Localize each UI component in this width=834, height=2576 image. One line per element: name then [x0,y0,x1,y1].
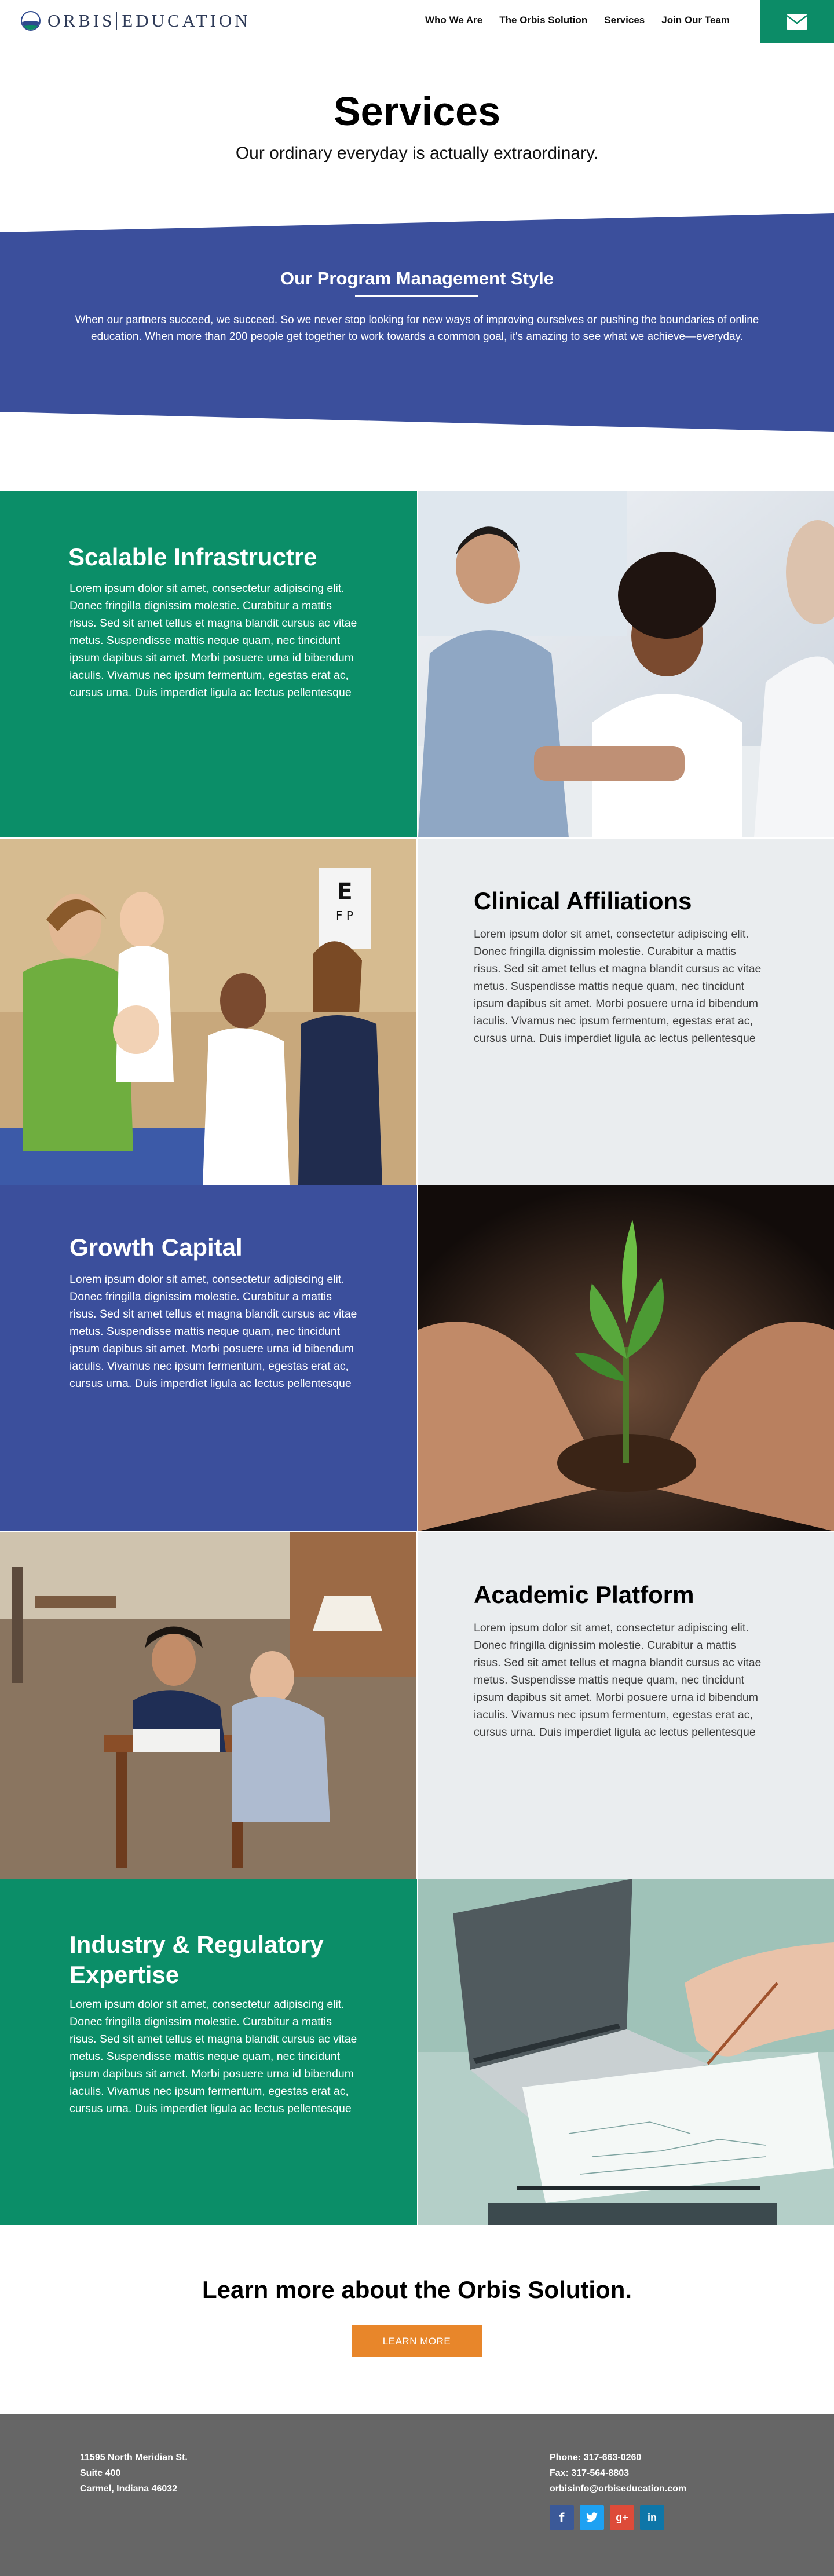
section-title: Scalable Infrastructre [68,543,317,570]
footer-fax: Fax: 317-564-8803 [550,2468,629,2478]
clinic-photo: E F P [0,839,416,1185]
section-body: Lorem ipsum dolor sit amet, consectetur … [70,1998,357,2115]
section-academic-platform: Academic Platform Lorem ipsum dolor sit … [0,1532,834,1879]
band-title: Our Program Management Style [280,268,554,288]
envelope-icon [787,14,807,30]
section-title: Clinical Affiliations [474,887,692,914]
section-industry-regulatory: Industry & Regulatory Expertise Lorem ip… [0,1879,834,2225]
section-title: Academic Platform [474,1581,694,1608]
business-meeting-photo [418,491,834,837]
footer-address: 11595 North Meridian St. Suite 400 Carme… [80,2450,188,2497]
contact-mail-button[interactable] [760,0,834,43]
section-text-panel: Scalable Infrastructre Lorem ipsum dolor… [0,491,417,837]
svg-text:F P: F P [336,909,353,923]
twitter-icon[interactable] [580,2505,604,2530]
site-footer: 11595 North Meridian St. Suite 400 Carme… [0,2414,834,2576]
cta-title: Learn more about the Orbis Solution. [202,2276,632,2303]
site-header: ORBIS EDUCATION Who We Are The Orbis Sol… [0,0,834,43]
section-text-panel: Academic Platform Lorem ipsum dolor sit … [418,1532,834,1879]
band-title-underline [355,295,478,297]
google-plus-icon[interactable]: g+ [610,2505,634,2530]
section-text-panel: Growth Capital Lorem ipsum dolor sit ame… [0,1185,417,1531]
section-body: Lorem ipsum dolor sit amet, consectetur … [474,928,762,1045]
logo-text-right: EDUCATION [122,10,251,31]
section-text-panel: Industry & Regulatory Expertise Lorem ip… [0,1879,417,2225]
section-body: Lorem ipsum dolor sit amet, consectetur … [70,1273,357,1390]
section-clinical-affiliations: E F P Clinical Affiliations Lorem ipsum … [0,839,834,1185]
orbis-logo[interactable]: ORBIS EDUCATION [21,8,251,34]
section-title: Industry & Regulatory Expertise [70,1931,324,1988]
nav-join-our-team[interactable]: Join Our Team [661,14,730,26]
program-management-band: Our Program Management Style When our pa… [0,213,834,433]
footer-contact: Phone: 317-663-0260 Fax: 317-564-8803 or… [550,2450,686,2497]
band-text: When our partners succeed, we succeed. S… [75,314,759,343]
main-nav: Who We Are The Orbis Solution Services J… [425,14,730,26]
section-body: Lorem ipsum dolor sit amet, consectetur … [474,1622,762,1739]
nav-services[interactable]: Services [604,14,645,26]
nav-who-we-are[interactable]: Who We Are [425,14,482,26]
learn-more-button[interactable]: LEARN MORE [352,2325,482,2357]
logo-text-left: ORBIS [47,10,115,31]
section-body: Lorem ipsum dolor sit amet, consectetur … [70,582,357,699]
library-students-photo [0,1532,416,1879]
footer-phone: Phone: 317-663-0260 [550,2453,642,2462]
laptop-paperwork-photo [418,1879,834,2225]
linkedin-icon[interactable]: in [640,2505,664,2530]
section-text-panel: Clinical Affiliations Lorem ipsum dolor … [418,839,834,1185]
section-title: Growth Capital [70,1234,243,1261]
page-subtitle: Our ordinary everyday is actually extrao… [235,144,599,163]
seedling-hands-photo [418,1185,834,1531]
section-growth-capital: Growth Capital Lorem ipsum dolor sit ame… [0,1185,834,1531]
facebook-icon[interactable]: f [550,2505,574,2530]
address-line: 11595 North Meridian St. [80,2453,188,2462]
globe-logo-icon [21,11,41,31]
section-scalable-infrastructure: Scalable Infrastructre Lorem ipsum dolor… [0,491,834,837]
address-line: Suite 400 [80,2468,121,2478]
social-links: f g+ in [550,2505,664,2530]
nav-orbis-solution[interactable]: The Orbis Solution [499,14,587,26]
address-line: Carmel, Indiana 46032 [80,2484,178,2494]
page-title: Services [333,89,501,134]
footer-email[interactable]: orbisinfo@orbiseducation.com [550,2481,686,2497]
svg-text:E: E [336,879,352,905]
